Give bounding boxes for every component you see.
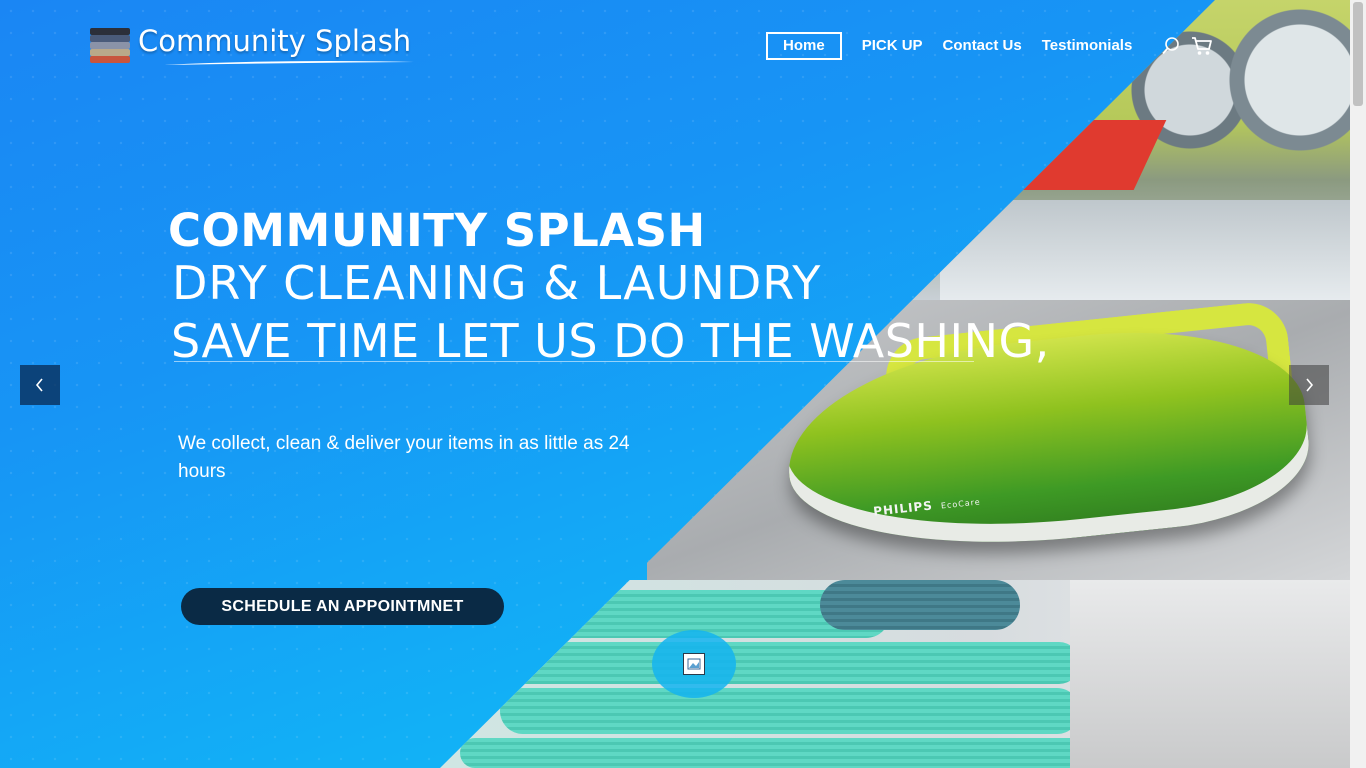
page-scrollbar[interactable] — [1350, 0, 1366, 768]
broken-image-icon — [683, 653, 705, 675]
hero-title: COMMUNITY SPLASH — [168, 204, 706, 257]
chevron-right-icon — [1306, 378, 1314, 392]
towel-roll — [820, 580, 1020, 630]
hero-subtitle-2: SAVE TIME LET US DO THE WASHING, — [171, 314, 1050, 368]
search-icon[interactable] — [1160, 35, 1182, 57]
logo-swoosh-icon — [164, 61, 414, 65]
page: PHILIPS EcoCare Community Splash Home PIC… — [0, 0, 1366, 768]
logo-text: Community Splash — [138, 24, 412, 58]
cart-icon[interactable] — [1191, 35, 1213, 57]
carousel-prev-button[interactable] — [20, 365, 60, 405]
hero-divider — [174, 361, 974, 362]
towels-background — [1070, 580, 1350, 768]
hero-subtitle-1: DRY CLEANING & LAUNDRY — [172, 256, 822, 310]
towels-photo — [440, 580, 1350, 768]
hero-description: We collect, clean & deliver your items i… — [178, 433, 630, 482]
towel-fold — [480, 642, 1080, 684]
nav-pick-up[interactable]: PICK UP — [861, 32, 924, 60]
schedule-appointment-button[interactable]: SCHEDULE AN APPOINTMNET — [181, 588, 504, 625]
towel-fold — [460, 738, 1100, 768]
clothes-stack-icon — [88, 22, 132, 68]
site-logo[interactable]: Community Splash — [88, 20, 414, 70]
nav-testimonials[interactable]: Testimonials — [1041, 32, 1134, 60]
chevron-left-icon — [35, 378, 43, 392]
laundromat-red-panel — [1013, 120, 1167, 190]
laundromat-floor — [940, 200, 1350, 300]
nav-contact-us[interactable]: Contact Us — [942, 32, 1023, 60]
carousel-next-button[interactable] — [1289, 365, 1329, 405]
scrollbar-thumb[interactable] — [1353, 2, 1363, 106]
nav-home[interactable]: Home — [766, 32, 842, 60]
towel-fold — [500, 688, 1080, 734]
main-nav: Home PICK UP Contact Us Testimonials — [766, 32, 1213, 60]
floating-widget-button[interactable] — [652, 630, 736, 698]
